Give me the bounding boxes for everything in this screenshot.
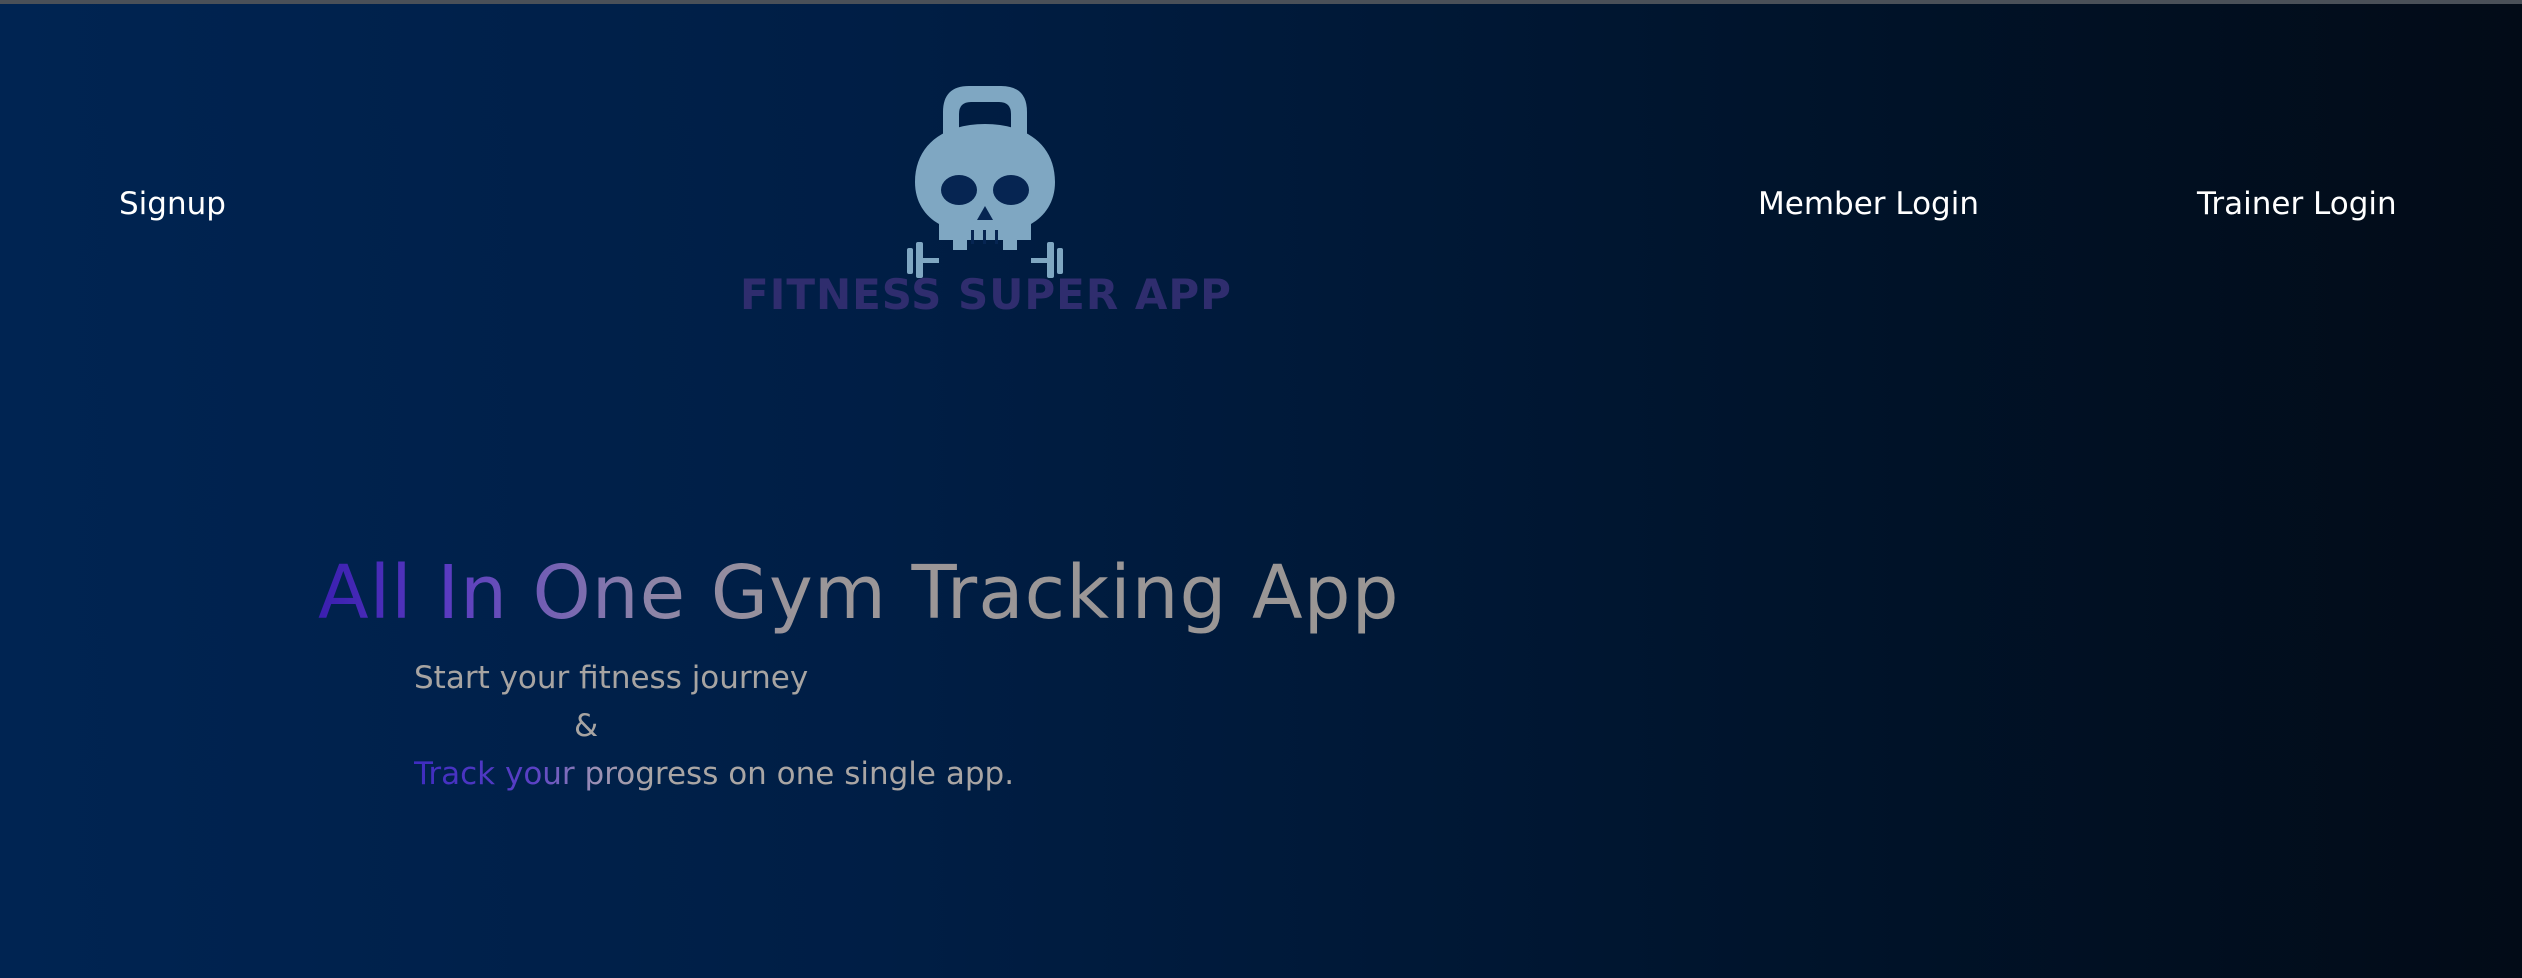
- hero-subtitle-line3: Track your progress on one single app.: [414, 750, 1014, 798]
- logo-text: FITNESS SUPER APP: [740, 270, 1232, 319]
- hero-subtitle: Start your fitness journey & Track your …: [414, 654, 1014, 798]
- kettlebell-skull-icon: [907, 86, 1063, 278]
- trainer-login-link[interactable]: Trainer Login: [2197, 184, 2397, 224]
- hero-subtitle-line1: Start your fitness journey: [414, 660, 809, 696]
- hero-subtitle-ampersand: &: [574, 708, 599, 744]
- member-login-link[interactable]: Member Login: [1758, 184, 1979, 224]
- signup-link[interactable]: Signup: [119, 184, 226, 224]
- app-logo[interactable]: FITNESS SUPER APP: [740, 78, 1232, 338]
- hero-title: All In One Gym Tracking App: [318, 550, 1400, 636]
- top-border: [0, 0, 2522, 4]
